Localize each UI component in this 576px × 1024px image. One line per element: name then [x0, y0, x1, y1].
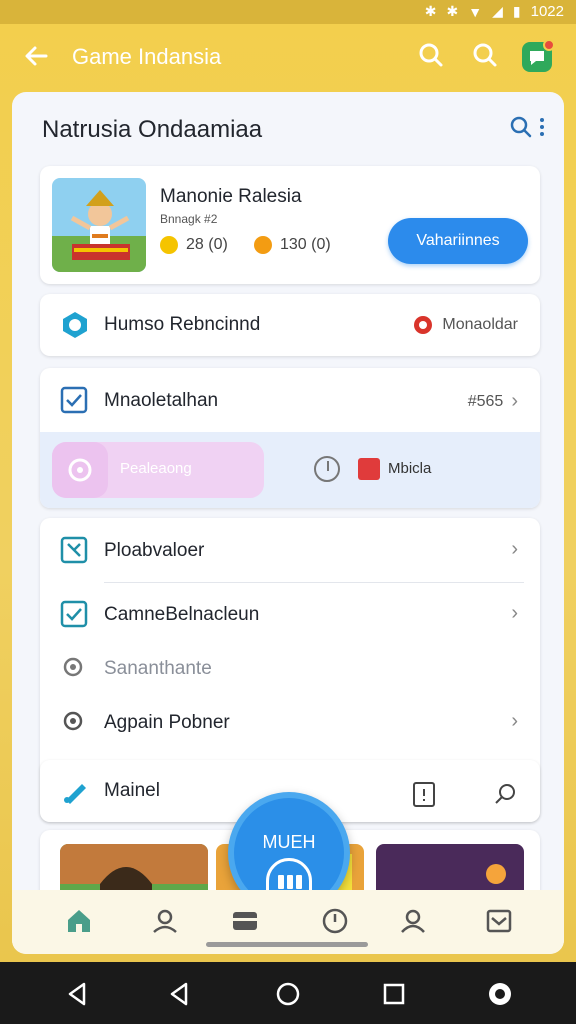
map-actions	[412, 780, 518, 808]
combo-row[interactable]: Mnaoletalhan #565 ›	[40, 368, 540, 432]
notification-dot	[543, 39, 555, 51]
list-item-label: Sananthante	[104, 658, 212, 679]
home-indicator	[206, 942, 368, 947]
chevron-right-icon: ›	[511, 538, 518, 560]
back-triangle-icon-2[interactable]	[166, 980, 194, 1008]
game-title: Manonie Ralesia	[160, 186, 302, 207]
flag-icon[interactable]	[358, 458, 380, 480]
game-card[interactable]: Manonie Ralesia Bnnagk #2 28 (0) 130 (0)…	[40, 166, 540, 284]
inbox-icon[interactable]	[484, 906, 514, 936]
search-icon-3[interactable]	[508, 114, 534, 145]
combo-card: Mnaoletalhan #565 › Pealeaong Mbicla	[40, 368, 540, 508]
combo-right: #565 ›	[468, 390, 518, 413]
app-bar: Game Indansia	[0, 24, 576, 90]
chat-icon[interactable]	[522, 39, 555, 72]
row-right: Monaoldar	[412, 314, 518, 336]
gear-icon	[60, 654, 90, 684]
assistant-icon[interactable]	[486, 980, 514, 1008]
list-item-label: CamneBelnacleun	[104, 604, 260, 625]
friends-icon[interactable]	[398, 906, 428, 936]
battery-icon: ▮	[512, 3, 521, 19]
game-subtitle: Bnnagk #2	[160, 212, 218, 226]
more-vert-icon[interactable]	[538, 114, 546, 145]
coin-count: 28 (0)	[186, 236, 228, 253]
pen-icon	[60, 776, 90, 806]
bottom-nav	[12, 890, 564, 954]
map-label: Mainel	[104, 780, 160, 801]
fab-label: MUEH	[262, 832, 316, 852]
signal-icon: ◢	[492, 3, 503, 19]
flower-icon	[414, 316, 433, 334]
page-title: Natrusia Ondaamiaa	[42, 116, 263, 143]
clock-icon[interactable]	[314, 456, 340, 482]
chevron-right-icon: ›	[511, 390, 518, 412]
chevron-right-icon: ›	[511, 710, 518, 732]
list-item-label: Ploabvaloer	[104, 540, 205, 561]
list-item[interactable]: Ploabvaloer ›	[40, 518, 540, 582]
row-label: Humso Rebncinnd	[104, 314, 261, 335]
home-icon[interactable]	[64, 906, 94, 936]
list-item-label: Agpain Pobner	[104, 712, 230, 733]
system-nav-bar	[0, 962, 576, 1024]
gem-count: 130 (0)	[280, 236, 331, 253]
search-icon-2[interactable]	[470, 40, 500, 70]
gem-icon	[254, 236, 272, 254]
sheet-actions	[508, 114, 546, 145]
chevron-right-icon: ›	[511, 602, 518, 624]
settings-row-1[interactable]: Humso Rebncinnd Monaoldar	[40, 294, 540, 356]
combo-actions: Pealeaong Mbicla	[40, 432, 540, 508]
checkbox-icon	[60, 600, 90, 630]
primary-action-button[interactable]: Vahariinnes	[388, 218, 528, 264]
status-time: 1022	[530, 3, 564, 20]
wifi-icon: ▼	[468, 3, 483, 20]
pill-button[interactable]: Pealeaong	[52, 442, 264, 498]
checkbox-icon	[60, 386, 90, 416]
shield-icon	[60, 310, 90, 340]
cards-icon[interactable]	[230, 906, 260, 936]
profile-icon[interactable]	[150, 906, 180, 936]
home-circle-icon[interactable]	[274, 980, 302, 1008]
pill-label: Pealeaong	[120, 460, 192, 477]
clipboard-icon[interactable]	[412, 780, 436, 808]
back-arrow-icon[interactable]	[20, 40, 52, 72]
gear-icon	[52, 442, 108, 498]
bluetooth-icon-2: ✱	[446, 3, 459, 19]
combo-label: Mnaoletalhan	[104, 390, 219, 411]
row-right-text: Monaoldar	[442, 316, 518, 333]
app-title: Game Indansia	[72, 44, 222, 69]
gear-icon	[60, 708, 90, 738]
puzzle-icon	[60, 536, 90, 566]
bluetooth-icon: ✱	[424, 3, 437, 19]
search-icon-4[interactable]	[494, 782, 518, 806]
game-thumbnail	[52, 178, 146, 272]
recents-square-icon[interactable]	[380, 980, 408, 1008]
combo-right-text: #565	[467, 392, 504, 410]
list-item[interactable]: Agpain Pobner ›	[40, 690, 540, 754]
back-triangle-icon[interactable]	[64, 980, 92, 1008]
timer-icon[interactable]	[320, 906, 350, 936]
search-icon[interactable]	[416, 40, 446, 70]
status-bar: ✱ ✱ ▼ ◢ ▮ 1022	[0, 0, 576, 24]
coin-icon	[160, 236, 178, 254]
status-icons: ✱ ✱ ▼ ◢ ▮ 1022	[425, 3, 564, 20]
flag-label: Mbicla	[388, 460, 432, 477]
